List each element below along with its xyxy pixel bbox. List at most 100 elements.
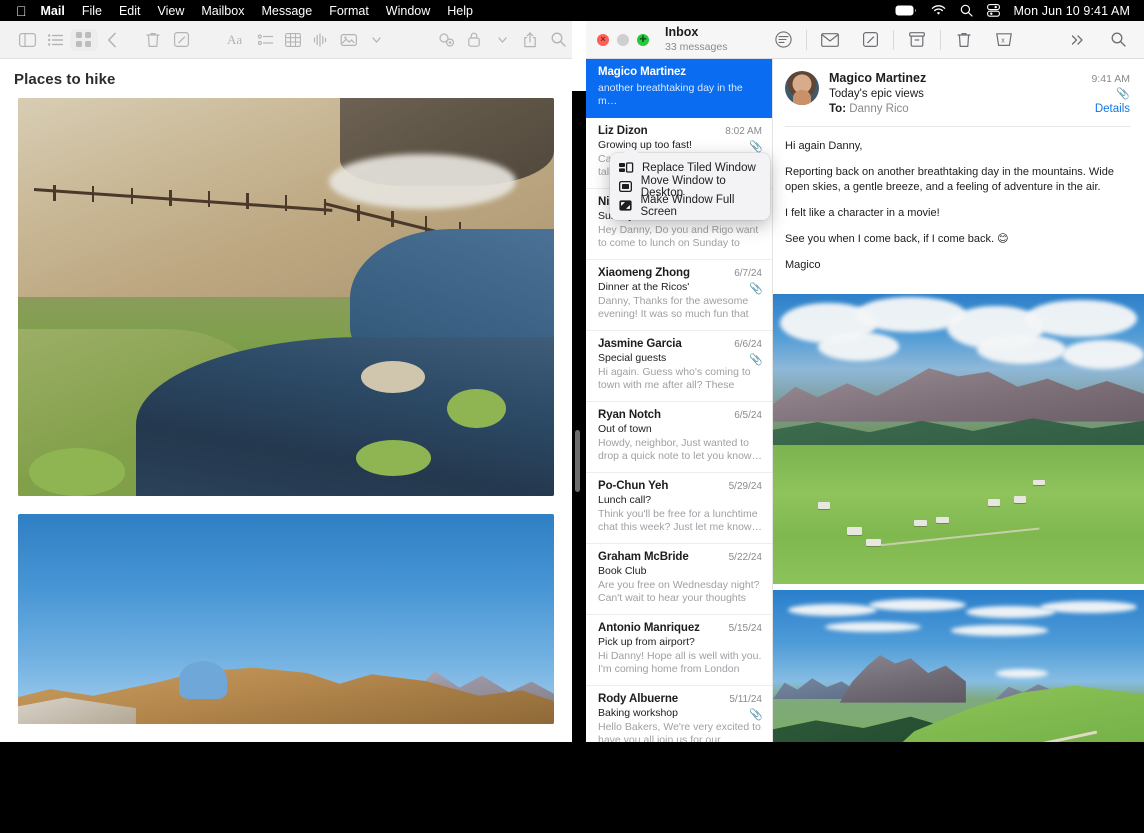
compose-icon[interactable] — [850, 28, 890, 52]
mailbox-name: Inbox — [665, 26, 727, 40]
message-list-item-0[interactable]: Magico Martinez another breathtaking day… — [586, 59, 772, 118]
back-chevron-icon[interactable] — [98, 29, 126, 51]
media-icon[interactable] — [335, 29, 363, 51]
audio-waveform-icon[interactable] — [307, 29, 335, 51]
attachment-icon: 📎 — [749, 708, 763, 721]
menu-item-window[interactable]: Window — [386, 4, 430, 18]
message-date: 5/22/24 — [729, 552, 762, 563]
message-preview: Howdy, neighbor, Just wanted to drop a q… — [598, 437, 762, 463]
reading-pane: Magico Martinez 9:41 AM Today's epic vie… — [773, 59, 1144, 742]
body-paragraph-0: Hi again Danny, — [785, 139, 1130, 154]
message-sender: Ryan Notch — [598, 409, 661, 421]
message-preview: Are you free on Wednesday night? Can't w… — [598, 579, 762, 605]
sidebar-icon[interactable] — [14, 29, 42, 51]
message-date: 6/5/24 — [734, 410, 762, 421]
window-options-menu[interactable]: Replace Tiled Window Move Window to Desk… — [610, 153, 770, 220]
list-bullet-icon[interactable] — [251, 29, 279, 51]
lock-icon[interactable] — [460, 29, 488, 51]
fullscreen-button[interactable]: ✚ — [637, 34, 649, 46]
message-preview: Danny, Thanks for the awesome evening! I… — [598, 295, 762, 321]
menu-item-edit[interactable]: Edit — [119, 4, 141, 18]
menu-item-mailbox[interactable]: Mailbox — [201, 4, 244, 18]
message-sender: Xiaomeng Zhong — [598, 267, 690, 279]
menu-item-message[interactable]: Message — [261, 4, 312, 18]
photos-window: Aa — [0, 21, 572, 742]
markup-icon[interactable] — [433, 29, 461, 51]
trash-icon[interactable] — [944, 28, 984, 52]
hot-creek-canyon-photo[interactable] — [18, 98, 554, 496]
attachment-icon: 📎 — [749, 140, 763, 153]
mark-unread-icon[interactable] — [810, 28, 850, 52]
message-preview: Hi Danny! Hope all is well with you. I'm… — [598, 650, 762, 676]
mobius-arch-photo[interactable] — [18, 514, 554, 724]
table-icon[interactable] — [279, 29, 307, 51]
battery-icon[interactable] — [895, 5, 917, 16]
lock-chevron-down-icon[interactable] — [488, 29, 516, 51]
menu-item-make-window-full-screen[interactable]: Make Window Full Screen — [610, 196, 770, 215]
body-paragraph-1: Reporting back on another breathtaking d… — [785, 165, 1130, 195]
message-preview: Think you'll be free for a lunchtime cha… — [598, 508, 762, 534]
menu-item-help[interactable]: Help — [447, 4, 473, 18]
screenshot-root: Klik om vensteropties weer te geven.  M… — [0, 0, 1144, 833]
alpe-di-siusi-meadow-photo[interactable] — [773, 294, 1144, 584]
more-icon[interactable] — [1058, 28, 1098, 52]
attachment-icon: 📎 — [749, 353, 763, 366]
text-format-icon[interactable]: Aa — [223, 29, 251, 51]
message-date: 6/6/24 — [734, 339, 762, 350]
menu-item-format[interactable]: Format — [329, 4, 369, 18]
apple-icon[interactable]:  — [16, 4, 27, 18]
menu-item-file[interactable]: File — [82, 4, 102, 18]
message-sender: Po-Chun Yeh — [598, 480, 668, 492]
grid-view-icon[interactable] — [70, 29, 98, 51]
message-sender: Jasmine Garcia — [598, 338, 682, 350]
replace-tiled-window-icon — [618, 161, 635, 174]
filter-icon[interactable] — [763, 28, 803, 52]
photos-toolbar: Aa — [0, 21, 572, 59]
reading-recipient: To: Danny Rico — [829, 103, 909, 115]
photos-content: Places to hike — [0, 59, 572, 742]
message-list-item-7[interactable]: Graham McBride 5/22/24 Book Club Are you… — [586, 544, 772, 615]
message-list-item-4[interactable]: Jasmine Garcia 6/6/24 Special guests 📎 H… — [586, 331, 772, 402]
ridge-trail-photo[interactable] — [773, 590, 1144, 742]
message-list-item-9[interactable]: Rody Albuerne 5/11/24 Baking workshop 📎 … — [586, 686, 772, 742]
close-button[interactable]: × — [597, 34, 609, 46]
search-icon[interactable] — [960, 4, 973, 17]
attachment-icon: 📎 — [1116, 87, 1130, 100]
message-subject: Out of town — [598, 423, 762, 435]
mailbox-title: Inbox 33 messages — [665, 26, 727, 53]
share-icon[interactable] — [516, 29, 544, 51]
details-link[interactable]: Details — [1095, 103, 1130, 115]
message-list-item-3[interactable]: Xiaomeng Zhong 6/7/24 Dinner at the Rico… — [586, 260, 772, 331]
junk-icon[interactable]: x — [984, 28, 1024, 52]
message-list-item-8[interactable]: Antonio Manriquez 5/15/24 Pick up from a… — [586, 615, 772, 686]
trash-icon[interactable] — [140, 29, 168, 51]
wifi-icon[interactable] — [931, 5, 946, 16]
window-traffic-lights: × ✚ — [597, 34, 649, 46]
to-label: To: — [829, 103, 846, 115]
message-list-item-6[interactable]: Po-Chun Yeh 5/29/24 Lunch call? Think yo… — [586, 473, 772, 544]
archive-icon[interactable] — [897, 28, 937, 52]
menu-item-mail[interactable]: Mail — [41, 4, 65, 18]
chevron-down-icon[interactable] — [363, 29, 391, 51]
message-list-item-5[interactable]: Ryan Notch 6/5/24 Out of town Howdy, nei… — [586, 402, 772, 473]
reading-subject: Today's epic views — [829, 88, 924, 100]
control-center-icon[interactable] — [987, 4, 1000, 17]
message-subject: Pick up from airport? — [598, 636, 762, 648]
make-window-full-screen-icon — [618, 199, 633, 212]
search-icon[interactable] — [1098, 28, 1138, 52]
compose-icon[interactable] — [167, 29, 195, 51]
message-sender: Magico Martinez — [598, 66, 686, 78]
menu-bar-clock[interactable]: Mon Jun 10 9:41 AM — [1014, 4, 1130, 18]
mailbox-message-count: 33 messages — [665, 42, 727, 54]
list-view-icon[interactable] — [42, 29, 70, 51]
minimize-button[interactable] — [617, 34, 629, 46]
message-sender: Liz Dizon — [598, 125, 648, 137]
message-preview: another breathtaking day in the m… — [598, 82, 762, 108]
message-date: 5/29/24 — [729, 481, 762, 492]
mail-toolbar: × ✚ Inbox 33 messages — [586, 21, 1144, 59]
mail-toolbar-right — [1058, 28, 1138, 52]
menu-item-view[interactable]: View — [158, 4, 185, 18]
message-subject: Book Club — [598, 565, 762, 577]
search-icon[interactable] — [544, 29, 572, 51]
window-split-handle[interactable] — [575, 430, 580, 492]
